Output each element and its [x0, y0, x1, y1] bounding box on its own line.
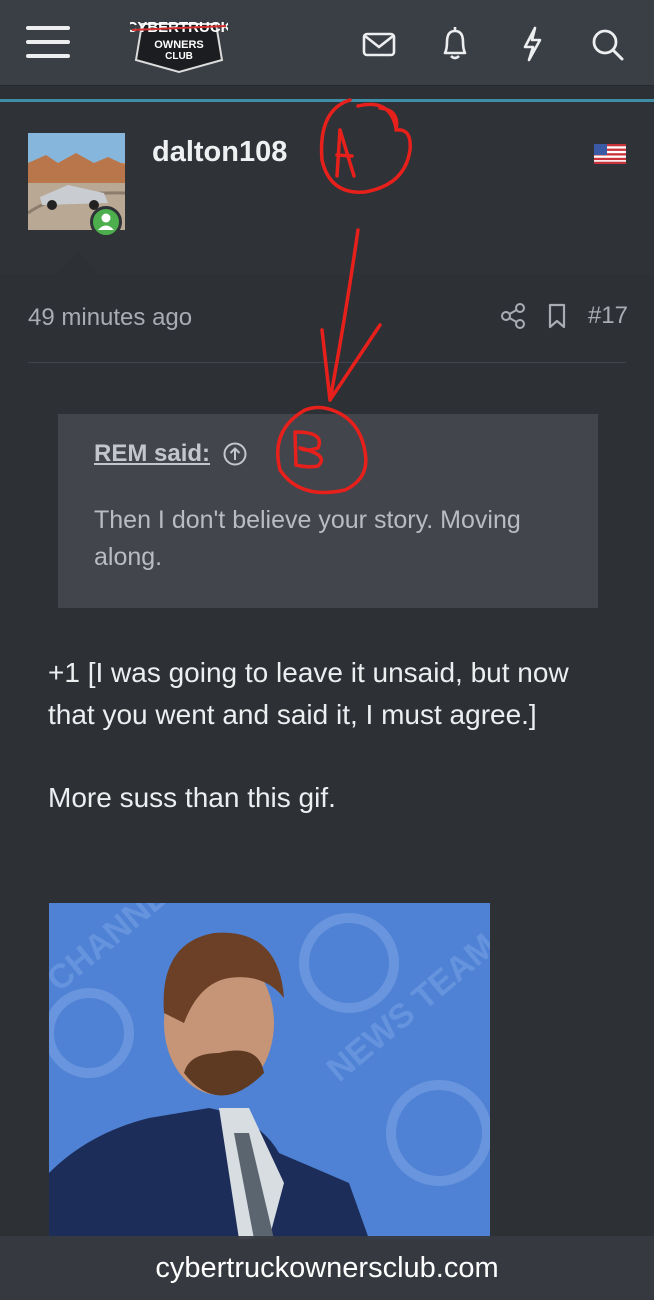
site-footer: cybertruckownersclub.com: [0, 1236, 654, 1300]
post-gif-image[interactable]: NEWS TEAM CHANNEL: [49, 903, 490, 1239]
bell-icon[interactable]: [440, 22, 470, 66]
search-icon[interactable]: [590, 22, 626, 66]
post-timestamp[interactable]: 49 minutes ago: [28, 304, 192, 332]
footer-site-url[interactable]: cybertruckownersclub.com: [0, 1236, 654, 1285]
quote-author-link[interactable]: REM said:: [94, 440, 210, 468]
header-pointer: [58, 252, 98, 274]
envelope-icon[interactable]: [362, 22, 396, 66]
post-paragraph-1: +1 [I was going to leave it unsaid, but …: [48, 657, 569, 730]
svg-text:OWNERS: OWNERS: [154, 39, 204, 51]
post-paragraph-2: More suss than this gif.: [48, 782, 336, 813]
top-bar: CYBERTRUCK OWNERS CLUB: [0, 0, 654, 86]
post-user-header: dalton108: [0, 102, 654, 274]
share-icon[interactable]: [500, 302, 526, 330]
meta-divider: [28, 362, 626, 363]
quote-text: Then I don't believe your story. Moving …: [94, 506, 521, 571]
post-number[interactable]: #17: [588, 302, 628, 330]
arrow-up-circle-icon[interactable]: [222, 441, 248, 467]
online-status-icon: [90, 206, 122, 238]
bookmark-icon[interactable]: [546, 302, 568, 330]
site-logo[interactable]: CYBERTRUCK OWNERS CLUB: [130, 10, 228, 74]
lightning-icon[interactable]: [519, 22, 545, 66]
quote-block: REM said: Then I don't believe your stor…: [58, 414, 598, 608]
svg-text:CLUB: CLUB: [165, 51, 193, 62]
menu-icon[interactable]: [26, 26, 70, 62]
post-username[interactable]: dalton108: [152, 136, 287, 169]
post-body: +1 [I was going to leave it unsaid, but …: [48, 652, 618, 860]
post-meta: 49 minutes ago #17: [28, 302, 628, 342]
us-flag-icon: [594, 144, 626, 164]
